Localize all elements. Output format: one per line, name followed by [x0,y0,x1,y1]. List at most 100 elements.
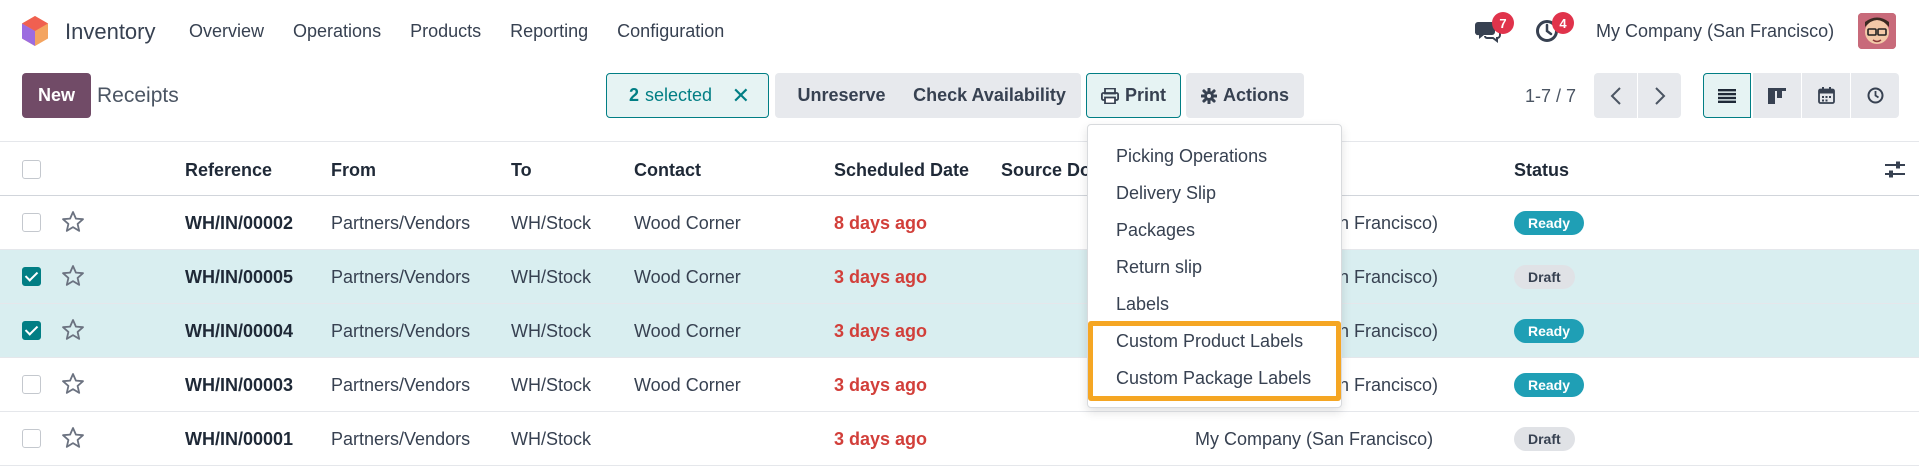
cell-from: Partners/Vendors [331,267,471,287]
inventory-logo-icon[interactable] [22,16,48,46]
cell-to: WH/Stock [511,375,592,395]
menu-products[interactable]: Products [410,21,481,42]
menu-item-picking-operations[interactable]: Picking Operations [1116,146,1267,167]
menu-operations[interactable]: Operations [293,21,381,42]
unreserve-button[interactable]: Unreserve [775,73,908,118]
column-status[interactable]: Status [1514,160,1569,181]
star-icon[interactable] [61,426,85,450]
cell-company: n Francisco) [1339,321,1439,341]
column-to[interactable]: To [511,160,532,181]
row-checkbox[interactable] [22,321,41,340]
cell-reference: WH/IN/00003 [185,375,294,395]
table-row[interactable]: WH/IN/00004 Partners/Vendors WH/Stock Wo… [0,304,1919,358]
cell-company: My Company (San Francisco) [1195,429,1434,449]
list-view-button[interactable] [1703,73,1751,118]
cell-contact: Wood Corner [634,267,741,287]
star-icon[interactable] [61,372,85,396]
column-settings-icon[interactable] [1884,160,1906,180]
pager-next-button[interactable] [1638,73,1681,118]
status-badge: Draft [1514,427,1575,451]
menu-item-delivery-slip[interactable]: Delivery Slip [1116,183,1216,204]
gear-icon [1200,87,1217,104]
table-row[interactable]: WH/IN/00003 Partners/Vendors WH/Stock Wo… [0,358,1919,412]
select-all-checkbox[interactable] [22,160,41,179]
cell-to: WH/Stock [511,429,592,449]
table-row[interactable]: WH/IN/00001 Partners/Vendors WH/Stock 3 … [0,412,1919,466]
check-availability-button[interactable]: Check Availability [898,73,1081,118]
cell-reference: WH/IN/00005 [185,267,294,287]
column-source-document[interactable]: Source Do [1001,160,1091,181]
column-scheduled-date[interactable]: Scheduled Date [834,160,969,181]
menu-configuration[interactable]: Configuration [617,21,724,42]
star-icon[interactable] [61,318,85,342]
avatar-face-icon [1858,13,1896,49]
selected-label: selected [645,85,713,105]
menu-reporting[interactable]: Reporting [510,21,588,42]
chevron-left-icon [1610,86,1621,105]
print-label: Print [1124,85,1166,105]
printer-icon [1100,87,1119,104]
cell-company: n Francisco) [1339,213,1439,233]
menu-item-packages[interactable]: Packages [1116,220,1195,241]
cell-contact: Wood Corner [634,213,741,233]
cell-to: WH/Stock [511,267,592,287]
column-from[interactable]: From [331,160,376,181]
cell-contact: Wood Corner [634,375,741,395]
cell-company: n Francisco) [1339,267,1439,287]
cell-from: Partners/Vendors [331,429,471,449]
table-row[interactable]: WH/IN/00002 Partners/Vendors WH/Stock Wo… [0,196,1919,250]
actions-button[interactable]: Actions [1186,73,1304,118]
top-navbar: Inventory Overview Operations Products R… [0,0,1919,63]
menu-item-return-slip[interactable]: Return slip [1116,257,1202,278]
print-button[interactable]: Print [1086,73,1181,118]
chat-count-badge: 7 [1492,12,1514,34]
main-menu: Overview Operations Products Reporting C… [189,21,753,42]
clear-selection-icon[interactable]: ✕ [732,83,750,109]
column-contact[interactable]: Contact [634,160,701,181]
cell-from: Partners/Vendors [331,375,471,395]
cell-from: Partners/Vendors [331,213,471,233]
status-badge: Ready [1514,211,1585,235]
company-switcher[interactable]: My Company (San Francisco) [1596,21,1834,42]
menu-overview[interactable]: Overview [189,21,264,42]
activity-count-badge: 4 [1552,12,1574,34]
chevron-right-icon [1654,86,1665,105]
row-checkbox[interactable] [22,429,41,448]
star-icon[interactable] [61,264,85,288]
new-button[interactable]: New [22,73,91,118]
cell-scheduled-date: 3 days ago [834,375,928,395]
clock-icon [1867,87,1883,104]
kanban-view-icon [1768,87,1786,104]
selected-count: 2 [629,85,640,105]
user-avatar[interactable] [1858,13,1896,49]
row-checkbox[interactable] [22,375,41,394]
cell-scheduled-date: 8 days ago [834,213,928,233]
cell-from: Partners/Vendors [331,321,471,341]
column-reference[interactable]: Reference [185,160,272,181]
cell-scheduled-date: 3 days ago [834,267,928,287]
cell-reference: WH/IN/00002 [185,213,294,233]
status-badge: Draft [1514,265,1575,289]
cell-scheduled-date: 3 days ago [834,321,928,341]
table-row[interactable]: WH/IN/00005 Partners/Vendors WH/Stock Wo… [0,250,1919,304]
calendar-view-button[interactable] [1802,73,1850,118]
cell-contact: Wood Corner [634,321,741,341]
row-checkbox[interactable] [22,267,41,286]
cell-to: WH/Stock [511,321,592,341]
menu-item-labels[interactable]: Labels [1116,294,1169,315]
pager-previous-button[interactable] [1594,73,1637,118]
cell-scheduled-date: 3 days ago [834,429,928,449]
table-header: Reference From To Contact Scheduled Date… [0,141,1919,196]
cell-reference: WH/IN/00001 [185,429,294,449]
star-icon[interactable] [61,210,85,234]
pager-value[interactable]: 1-7 / 7 [1525,86,1576,107]
row-checkbox[interactable] [22,213,41,232]
kanban-view-button[interactable] [1753,73,1801,118]
status-badge: Ready [1514,373,1585,397]
list-view-icon [1718,88,1736,103]
cell-to: WH/Stock [511,213,592,233]
highlight-box [1088,321,1341,401]
app-name[interactable]: Inventory [65,19,156,45]
activity-view-button[interactable] [1851,73,1899,118]
selection-indicator: 2 selected ✕ [606,73,769,118]
